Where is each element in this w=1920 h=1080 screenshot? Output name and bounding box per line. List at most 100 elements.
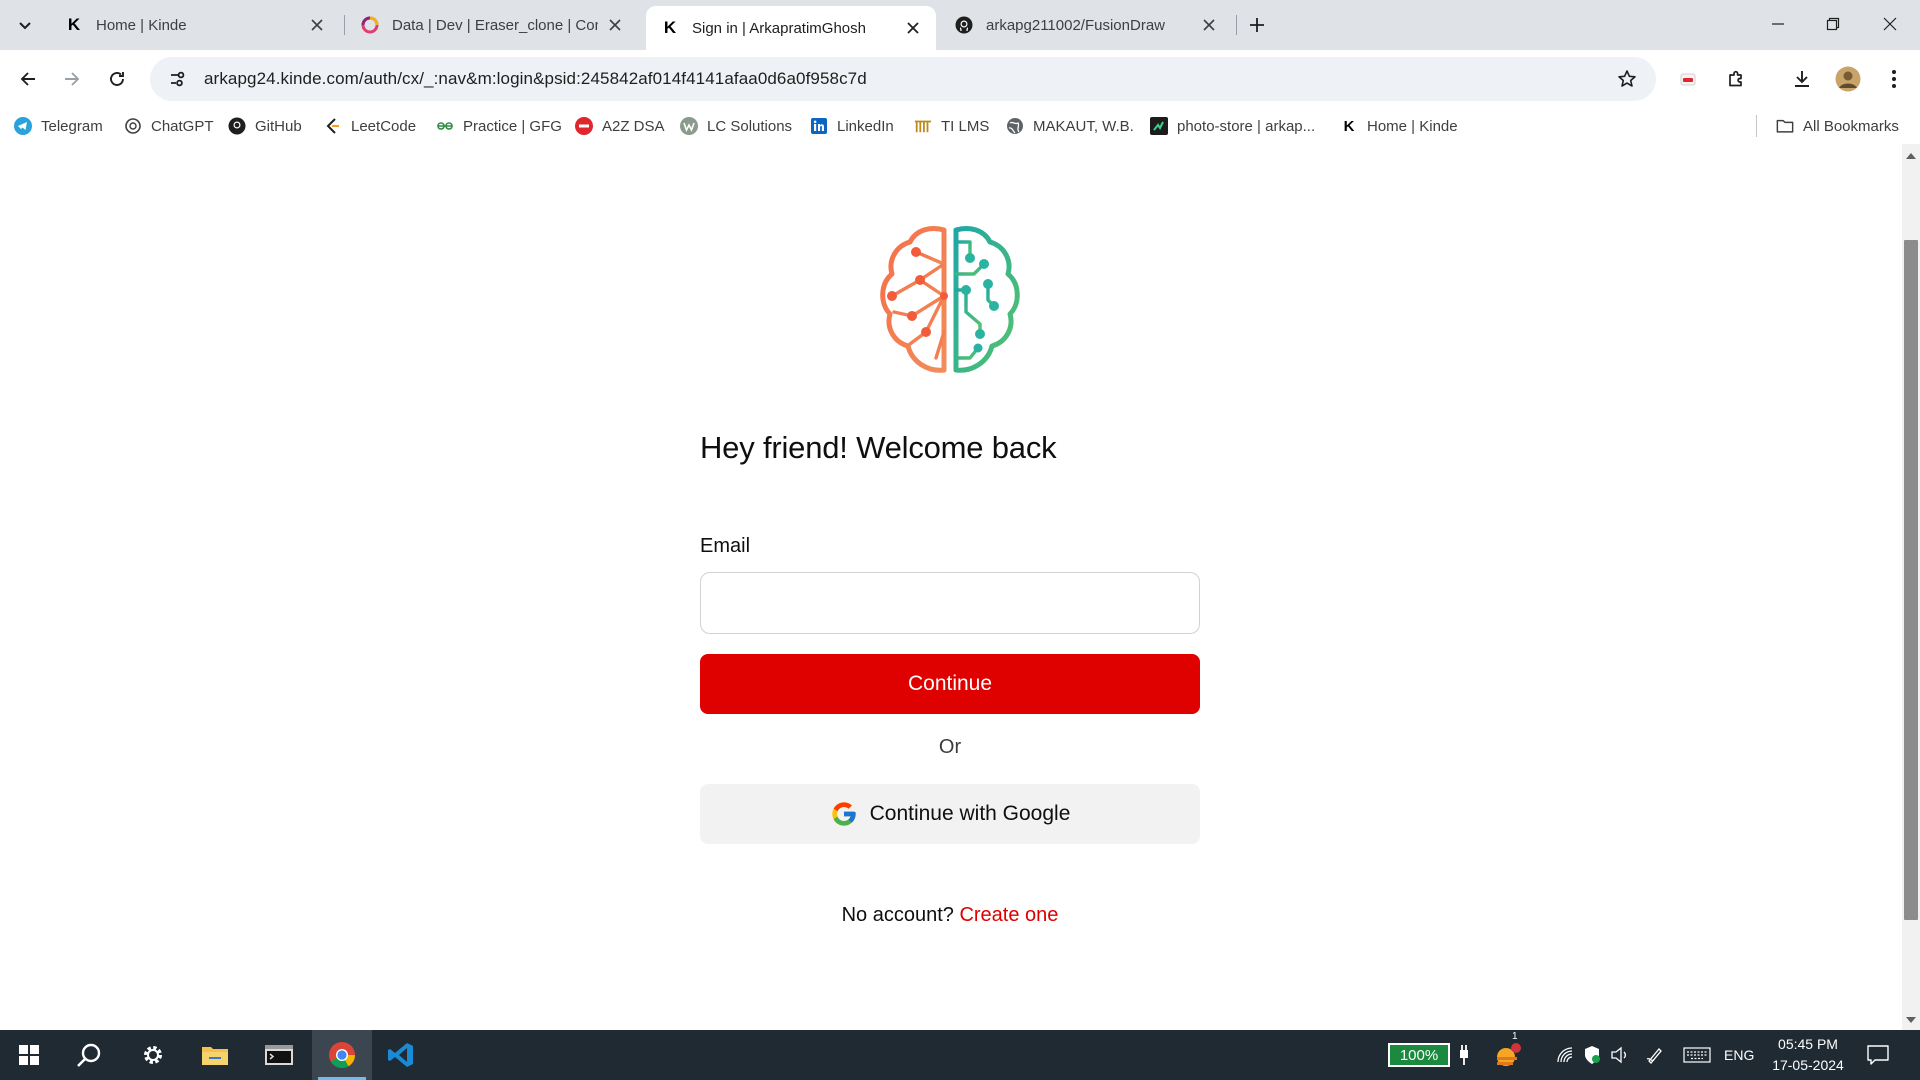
bookmark-home-kinde[interactable]: K Home | Kinde: [1340, 114, 1458, 138]
pen-icon[interactable]: [1643, 1043, 1667, 1067]
extension-button[interactable]: [1672, 63, 1704, 95]
kinde-k-icon: K: [67, 15, 81, 34]
extension-badge-icon: [1680, 73, 1696, 86]
bookmark-makaut[interactable]: MAKAUT, W.B.: [1006, 114, 1134, 138]
all-bookmarks-button[interactable]: All Bookmarks: [1776, 114, 1899, 138]
close-tab-icon[interactable]: [1198, 14, 1220, 36]
minimize-icon: [1772, 23, 1784, 25]
windows-taskbar: 100% 1 ENG 05:45 PM 17-05-2024: [0, 1030, 1920, 1080]
download-icon: [1795, 71, 1809, 87]
reload-button[interactable]: [101, 63, 133, 95]
bookmark-linkedin[interactable]: LinkedIn: [810, 114, 894, 138]
bookmark-label: Practice | GFG: [463, 117, 562, 135]
downloads-button[interactable]: [1786, 63, 1818, 95]
tab-title: Data | Dev | Eraser_clone | Conv: [392, 16, 598, 34]
taskbar-search-button[interactable]: [62, 1030, 116, 1080]
google-icon: [830, 800, 858, 828]
globe-icon: [1006, 117, 1024, 135]
bookmark-label: LC Solutions: [707, 117, 793, 135]
bookmark-label: LinkedIn: [837, 117, 894, 135]
plus-icon: [1250, 18, 1264, 32]
tab-home-kinde[interactable]: K Home | Kinde: [50, 6, 340, 44]
bookmark-label: photo-store | arkap...: [1177, 117, 1316, 135]
scroll-up-arrow-icon[interactable]: [1902, 150, 1920, 162]
page-scrollbar[interactable]: [1902, 144, 1920, 1030]
extensions-menu-button[interactable]: [1720, 63, 1752, 95]
minimize-button[interactable]: [1760, 8, 1796, 40]
start-button[interactable]: [2, 1030, 56, 1080]
signup-prompt: No account? Create one: [700, 904, 1200, 927]
tab-search-button[interactable]: [10, 10, 40, 40]
notification-icon[interactable]: [1866, 1043, 1890, 1067]
keyboard-icon[interactable]: [1682, 1043, 1712, 1067]
language-indicator[interactable]: ENG: [1724, 1047, 1754, 1063]
clock[interactable]: 05:45 PM 17-05-2024: [1764, 1034, 1852, 1076]
create-account-link[interactable]: Create one: [959, 904, 1058, 926]
taskbar-settings-button[interactable]: [126, 1030, 180, 1080]
reload-icon: [110, 72, 124, 86]
chatgpt-icon: [124, 117, 142, 135]
bookmark-chatgpt[interactable]: ChatGPT: [124, 114, 214, 138]
security-shield-icon[interactable]: [1580, 1043, 1604, 1067]
close-tab-icon[interactable]: [902, 17, 924, 39]
continue-with-google-button[interactable]: Continue with Google: [700, 784, 1200, 844]
or-divider: Or: [938, 736, 962, 758]
close-tab-icon[interactable]: [306, 14, 328, 36]
clock-date: 17-05-2024: [1772, 1057, 1844, 1073]
bookmark-photo-store[interactable]: photo-store | arkap...: [1150, 114, 1315, 138]
profile-avatar[interactable]: [1832, 63, 1864, 95]
close-window-button[interactable]: [1872, 8, 1908, 40]
kinde-k-icon: K: [663, 18, 677, 37]
lc-solutions-icon: [680, 117, 698, 135]
bookmark-label: Telegram: [41, 117, 103, 135]
taskbar-file-explorer-button[interactable]: [188, 1030, 242, 1080]
taskbar-vscode-button[interactable]: [374, 1030, 428, 1080]
clock-time: 05:45 PM: [1778, 1036, 1838, 1052]
tab-title: arkapg211002/FusionDraw: [986, 16, 1165, 34]
bookmark-leetcode[interactable]: LeetCode: [324, 114, 416, 138]
tab-convex-data[interactable]: Data | Dev | Eraser_clone | Conv: [346, 6, 638, 44]
close-tab-icon[interactable]: [604, 14, 626, 36]
address-bar[interactable]: arkapg24.kinde.com/auth/cx/_:nav&m:login…: [150, 57, 1656, 101]
weather-badge-count: 1: [1512, 1031, 1518, 1042]
forward-button[interactable]: [56, 63, 88, 95]
bookmark-telegram[interactable]: Telegram: [14, 114, 103, 138]
avatar-icon: [1835, 66, 1861, 92]
kinde-k-icon: K: [1343, 117, 1355, 135]
scroll-down-arrow-icon[interactable]: [1902, 1014, 1920, 1026]
taskbar-chrome-button[interactable]: [312, 1030, 372, 1080]
continue-button[interactable]: Continue: [700, 654, 1200, 714]
browser-menu-button[interactable]: [1878, 63, 1910, 95]
new-tab-button[interactable]: [1244, 12, 1270, 38]
battery-indicator[interactable]: 100%: [1388, 1043, 1450, 1067]
restore-button[interactable]: [1815, 8, 1851, 40]
sign-in-page: Hey friend! Welcome back Email Continue …: [0, 144, 1902, 1030]
weather-icon[interactable]: [1494, 1043, 1524, 1067]
tab-sign-in[interactable]: K Sign in | ArkapratimGhosh: [646, 6, 936, 50]
scroll-thumb[interactable]: [1904, 240, 1918, 920]
email-field[interactable]: [700, 572, 1200, 634]
bookmark-lc-solutions[interactable]: LC Solutions: [680, 114, 792, 138]
kebab-menu-icon: [1892, 70, 1896, 88]
bookmark-ti-lms[interactable]: TI LMS: [914, 114, 989, 138]
wifi-icon[interactable]: [1554, 1043, 1578, 1067]
back-button[interactable]: [12, 63, 44, 95]
chevron-down-icon: [19, 22, 31, 30]
bookmark-label: ChatGPT: [151, 117, 214, 135]
bookmark-label: GitHub: [255, 117, 302, 135]
volume-icon[interactable]: [1608, 1043, 1632, 1067]
taskbar-terminal-button[interactable]: [252, 1030, 306, 1080]
chrome-icon: [329, 1042, 356, 1069]
bookmark-github[interactable]: GitHub: [228, 114, 302, 138]
convex-icon: [360, 15, 380, 35]
site-info-icon[interactable]: [162, 64, 192, 94]
bookmark-star-icon[interactable]: [1612, 64, 1642, 94]
file-explorer-icon: [202, 1047, 228, 1065]
address-url[interactable]: arkapg24.kinde.com/auth/cx/_:nav&m:login…: [204, 69, 867, 89]
telegram-icon: [14, 117, 32, 135]
bookmark-a2z-dsa[interactable]: A2Z DSA: [575, 114, 665, 138]
brain-logo: [880, 226, 1020, 373]
terminal-icon: [265, 1045, 293, 1065]
bookmark-gfg[interactable]: Practice | GFG: [436, 114, 562, 138]
tab-github-fusiondraw[interactable]: arkapg211002/FusionDraw: [940, 6, 1232, 44]
